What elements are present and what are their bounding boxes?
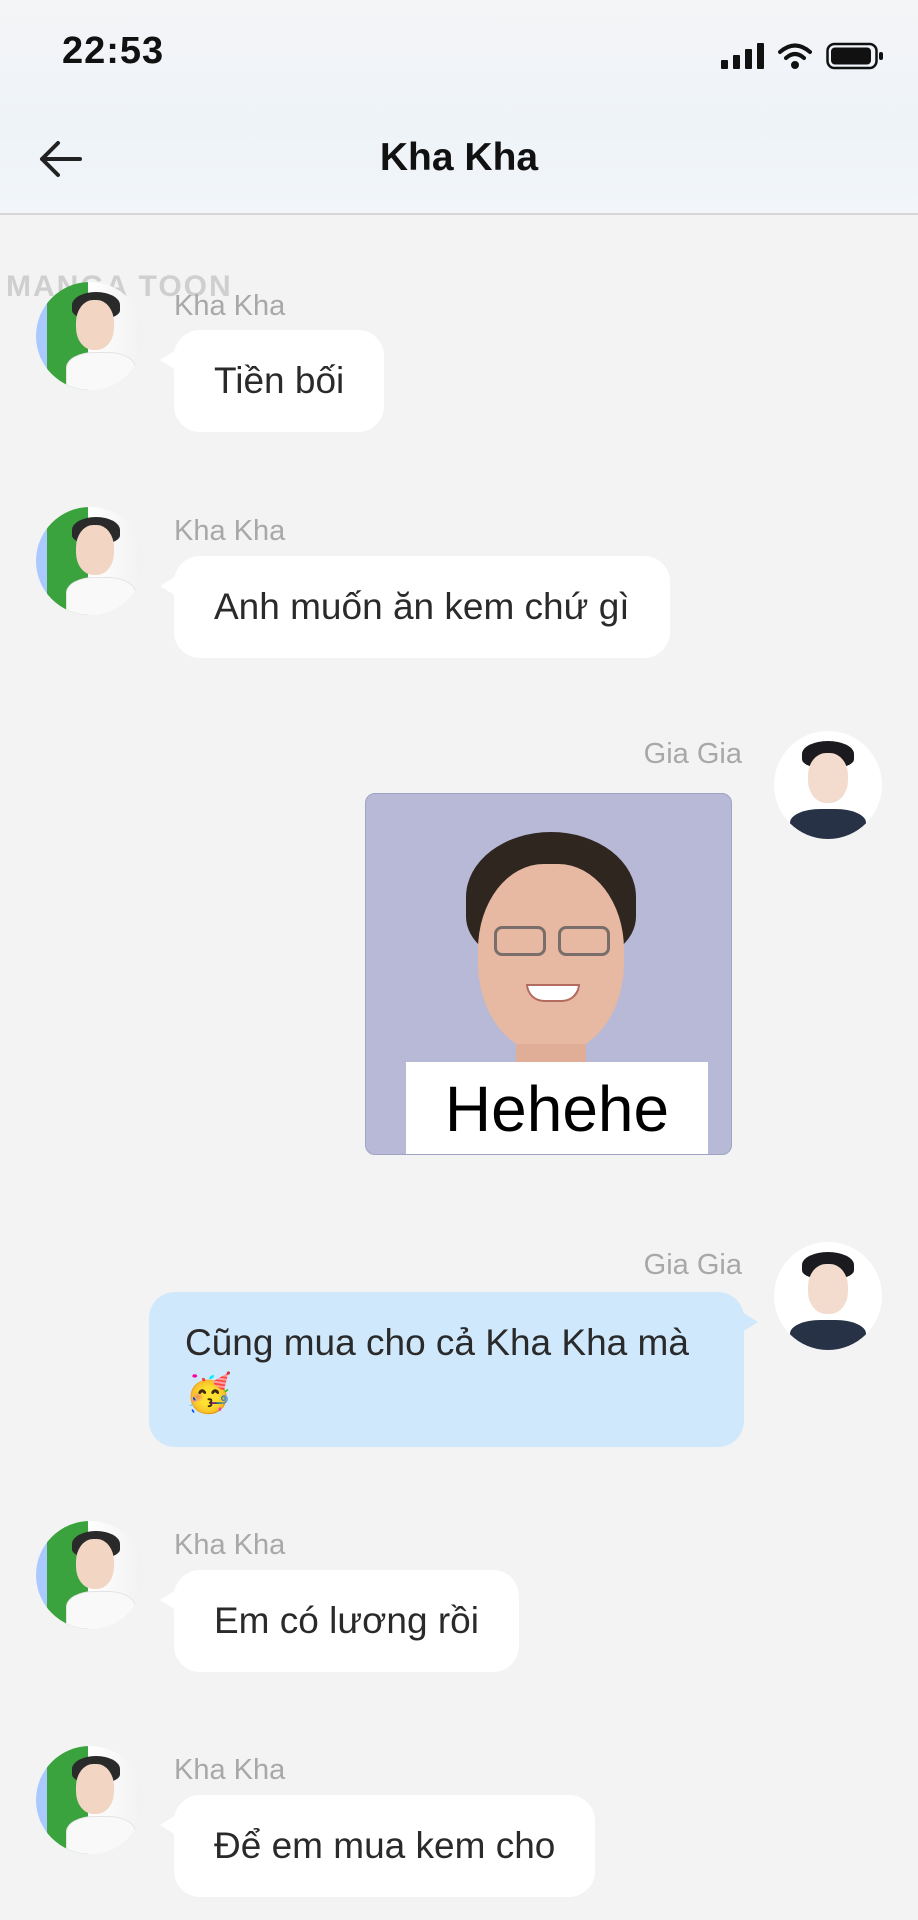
sender-name: Kha Kha — [174, 515, 286, 547]
avatar-gia-gia[interactable] — [774, 731, 882, 839]
message-bubble[interactable]: Cũng mua cho cả Kha Kha mà 🥳 — [149, 1292, 758, 1447]
sender-name: Gia Gia — [643, 1249, 742, 1281]
sender-name: Kha Kha — [174, 1529, 286, 1561]
avatar-kha-kha[interactable] — [36, 1746, 144, 1854]
message-bubble[interactable]: Để em mua kem cho — [159, 1795, 596, 1897]
avatar-kha-kha[interactable] — [36, 1521, 144, 1629]
sender-name: Gia Gia — [643, 738, 742, 770]
message-text: Cũng mua cho cả Kha Kha mà — [185, 1322, 689, 1363]
wifi-icon — [778, 42, 812, 70]
battery-icon — [826, 42, 884, 70]
message-bubble[interactable]: Tiền bối — [159, 330, 385, 432]
signal-icon — [721, 43, 764, 69]
sticker-image[interactable]: Hehehe — [365, 793, 732, 1155]
message-text: Tiền bối — [214, 360, 345, 401]
message-text: Để em mua kem cho — [214, 1825, 556, 1866]
message-text: Anh muốn ăn kem chứ gì — [214, 586, 630, 627]
sender-name: Kha Kha — [174, 290, 286, 322]
sticker-caption: Hehehe — [406, 1062, 708, 1154]
top-bar: 22:53 Kha Kha — [0, 0, 918, 215]
sender-name: Kha Kha — [174, 1754, 286, 1786]
chat-title: Kha Kha — [379, 136, 539, 179]
avatar-gia-gia[interactable] — [774, 1242, 882, 1350]
status-time: 22:53 — [62, 30, 165, 72]
message-text: Em có lương rồi — [214, 1600, 479, 1641]
message-bubble[interactable]: Anh muốn ăn kem chứ gì — [160, 556, 670, 658]
partying-face-emoji: 🥳 — [185, 1371, 233, 1415]
avatar-kha-kha[interactable] — [36, 282, 144, 390]
message-bubble[interactable]: Em có lương rồi — [160, 1570, 519, 1672]
avatar-kha-kha[interactable] — [36, 507, 144, 615]
status-icons — [721, 38, 884, 74]
